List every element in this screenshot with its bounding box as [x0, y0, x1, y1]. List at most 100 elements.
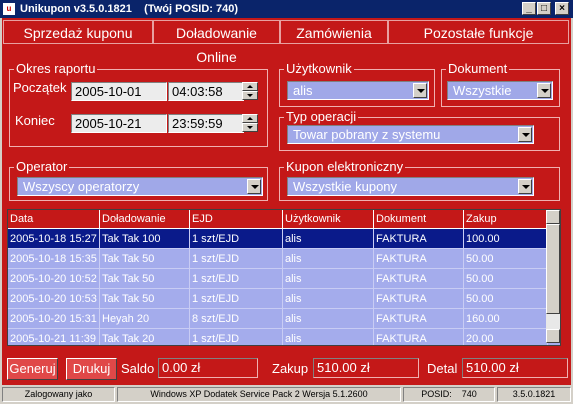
column-header[interactable]: Zakup: [464, 210, 548, 229]
table-cell: alis: [283, 249, 374, 269]
status-bar: Zalogowany jako Windows XP Dodatek Servi…: [0, 385, 573, 404]
table-cell: 160.00: [464, 309, 548, 329]
table-row[interactable]: 2005-10-20 10:52 Tak Tak 50 1 szt/EJD alis F…: [8, 269, 548, 289]
document-select[interactable]: Wszystkie: [447, 81, 553, 100]
table-cell: FAKTURA: [374, 309, 464, 329]
scroll-down-button[interactable]: [546, 329, 560, 343]
table-cell: alis: [283, 289, 374, 309]
menu-online-topup[interactable]: Doładowanie Online: [153, 20, 280, 65]
chevron-down-icon[interactable]: [518, 179, 532, 194]
table-cell: Tak Tak 50: [100, 289, 190, 309]
column-header[interactable]: Doładowanie: [100, 210, 190, 229]
table-cell: 2005-10-20 10:52: [8, 269, 100, 289]
end-label: Koniec: [15, 113, 55, 128]
table-cell: 1 szt/EJD: [190, 329, 283, 345]
table-row[interactable]: 2005-10-21 11:39 Tak Tak 20 1 szt/EJD alis F…: [8, 329, 548, 345]
table-cell: 2005-10-18 15:27: [8, 229, 100, 249]
menu-bar: Sprzedaż kuponu Doładowanie Online Zamów…: [3, 20, 569, 65]
table-cell: alis: [283, 269, 374, 289]
window-title: Unikupon v3.5.0.1821 (Twój POSID: 740): [20, 3, 239, 15]
e-coupon-select[interactable]: Wszystkie kupony: [287, 177, 534, 196]
e-coupon-label: Kupon elektroniczny: [284, 159, 406, 175]
user-select[interactable]: alis: [287, 81, 429, 100]
table-cell: 2005-10-20 10:53: [8, 289, 100, 309]
table-cell: Tak Tak 20: [100, 329, 190, 345]
chevron-down-icon[interactable]: [413, 83, 427, 98]
app-icon: u: [3, 3, 15, 15]
table-cell: 20.00: [464, 329, 548, 345]
zakup-label: Zakup: [272, 361, 309, 376]
table-cell: 50.00: [464, 269, 548, 289]
e-coupon-value: Wszystkie kupony: [293, 179, 398, 194]
detal-label: Detal: [427, 361, 458, 376]
generate-button[interactable]: Generuj: [7, 358, 58, 380]
table-cell: alis: [283, 329, 374, 345]
menu-other[interactable]: Pozostałe funkcje: [388, 20, 569, 44]
table-cell: FAKTURA: [374, 329, 464, 345]
table-cell: Tak Tak 50: [100, 249, 190, 269]
table-row[interactable]: 2005-10-18 15:35 Tak Tak 50 1 szt/EJD alis F…: [8, 249, 548, 269]
table-cell: 8 szt/EJD: [190, 309, 283, 329]
start-time-field[interactable]: 04:03:58: [168, 82, 244, 101]
vertical-scrollbar[interactable]: [546, 210, 560, 343]
start-date-field[interactable]: 2005-10-01: [71, 82, 167, 101]
maximize-button[interactable]: □: [537, 2, 551, 15]
menu-orders[interactable]: Zamówienia: [280, 20, 388, 44]
table-row[interactable]: 2005-10-20 15:31 Heyah 20 8 szt/EJD alis FAK…: [8, 309, 548, 329]
operator-label: Operator: [14, 159, 70, 175]
chevron-down-icon[interactable]: [537, 83, 551, 98]
table-cell: 100.00: [464, 229, 548, 249]
transactions-table: Data Doładowanie EJD Użytkownik Dokument…: [7, 209, 561, 346]
table-cell: 2005-10-21 11:39: [8, 329, 100, 345]
column-header[interactable]: Dokument: [374, 210, 464, 229]
scroll-thumb[interactable]: [546, 224, 560, 314]
column-header[interactable]: Użytkownik: [283, 210, 374, 229]
table-row[interactable]: 2005-10-18 15:27 Tak Tak 100 1 szt/EJD alis…: [8, 229, 548, 249]
document-value: Wszystkie: [453, 83, 512, 98]
start-time-spinner[interactable]: [242, 82, 258, 100]
end-date-field[interactable]: 2005-10-21: [71, 114, 167, 133]
start-label: Początek: [13, 80, 67, 95]
table-cell: 1 szt/EJD: [190, 269, 283, 289]
operation-type-select[interactable]: Towar pobrany z systemu: [287, 125, 534, 144]
table-cell: alis: [283, 309, 374, 329]
print-button[interactable]: Drukuj: [66, 358, 117, 380]
detal-value: 510.00 zł: [462, 358, 568, 378]
table-cell: 1 szt/EJD: [190, 289, 283, 309]
title-bar[interactable]: u Unikupon v3.5.0.1821 (Twój POSID: 740)…: [0, 0, 573, 18]
operator-select[interactable]: Wszyscy operatorzy: [17, 177, 263, 196]
column-header[interactable]: EJD: [190, 210, 283, 229]
table-cell: Heyah 20: [100, 309, 190, 329]
table-cell: 2005-10-20 15:31: [8, 309, 100, 329]
saldo-label: Saldo: [121, 361, 155, 376]
os-info: Windows XP Dodatek Service Pack 2 Wersja…: [117, 387, 401, 402]
end-time-spinner[interactable]: [242, 114, 258, 132]
user-value: alis: [293, 83, 313, 98]
table-cell: FAKTURA: [374, 249, 464, 269]
close-button[interactable]: ×: [555, 2, 569, 15]
zakup-value: 510.00 zł: [313, 358, 419, 378]
table-cell: alis: [283, 229, 374, 249]
scroll-up-button[interactable]: [546, 210, 560, 224]
menu-sale[interactable]: Sprzedaż kuponu: [3, 20, 153, 44]
operator-value: Wszyscy operatorzy: [23, 179, 140, 194]
table-cell: Tak Tak 50: [100, 269, 190, 289]
table-cell: 1 szt/EJD: [190, 229, 283, 249]
table-cell: FAKTURA: [374, 269, 464, 289]
column-header[interactable]: Data: [8, 210, 100, 229]
table-cell: 1 szt/EJD: [190, 249, 283, 269]
table-cell: Tak Tak 100: [100, 229, 190, 249]
chevron-down-icon[interactable]: [518, 127, 532, 142]
table-cell: 50.00: [464, 289, 548, 309]
table-row[interactable]: 2005-10-20 10:53 Tak Tak 50 1 szt/EJD alis F…: [8, 289, 548, 309]
version-status: 3.5.0.1821: [497, 387, 571, 402]
operation-type-value: Towar pobrany z systemu: [293, 127, 441, 142]
end-time-field[interactable]: 23:59:59: [168, 114, 244, 133]
minimize-button[interactable]: _: [522, 2, 536, 15]
logged-as: Zalogowany jako: [2, 387, 115, 402]
report-period-label: Okres raportu: [14, 61, 98, 77]
user-label: Użytkownik: [284, 61, 354, 77]
app-window: u Unikupon v3.5.0.1821 (Twój POSID: 740)…: [0, 0, 573, 404]
chevron-down-icon[interactable]: [247, 179, 261, 194]
posid-status: POSID: 740: [403, 387, 495, 402]
